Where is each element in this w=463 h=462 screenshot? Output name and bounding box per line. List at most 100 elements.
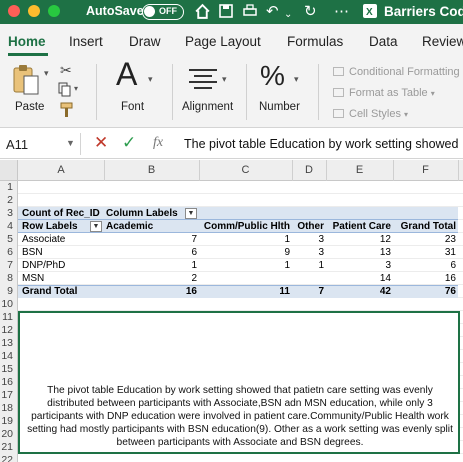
autosave-toggle[interactable]: OFF <box>142 4 184 20</box>
row-header-15[interactable]: 15 <box>0 363 18 376</box>
tab-page-layout[interactable]: Page Layout <box>185 34 261 49</box>
column-header-b[interactable]: B <box>104 164 199 176</box>
row-header-19[interactable]: 19 <box>0 415 18 428</box>
pivot-row-label[interactable]: BSN <box>22 246 43 259</box>
row-header-6[interactable]: 6 <box>0 246 18 259</box>
number-dropdown-icon[interactable]: ▾ <box>294 74 299 85</box>
row-header-4[interactable]: 4 <box>0 220 18 233</box>
alignment-icon[interactable] <box>189 68 217 95</box>
pivot-row-value[interactable]: 3 <box>326 259 391 272</box>
pivot-grand-total-value[interactable]: 42 <box>326 285 391 298</box>
close-window-button[interactable] <box>8 5 20 17</box>
insert-function-icon[interactable]: fx <box>153 135 163 151</box>
pivot-header-other[interactable]: Other <box>292 220 324 233</box>
row-header-11[interactable]: 11 <box>0 311 18 324</box>
select-all-corner[interactable] <box>0 160 18 181</box>
cell-styles-button[interactable]: Cell Styles ▾ <box>333 108 408 120</box>
text-box[interactable]: The pivot table Education by work settin… <box>18 311 460 454</box>
home-icon[interactable] <box>194 3 211 25</box>
row-header-3[interactable]: 3 <box>0 207 18 220</box>
pivot-header-comm[interactable]: Comm/Public Hlth <box>199 220 290 233</box>
column-header-d[interactable]: D <box>292 164 326 176</box>
pivot-row-value[interactable]: 31 <box>393 246 456 259</box>
column-header-a[interactable]: A <box>18 164 104 176</box>
pivot-header-patient-care[interactable]: Patient Care <box>326 220 391 233</box>
row-header-7[interactable]: 7 <box>0 259 18 272</box>
pivot-grand-total-label[interactable]: Grand Total <box>22 285 77 298</box>
copy-icon[interactable] <box>58 82 72 103</box>
pivot-grand-total-value[interactable]: 16 <box>106 285 197 298</box>
pivot-row-label[interactable]: Associate <box>22 233 65 246</box>
pivot-row-value[interactable]: 1 <box>106 259 197 272</box>
pivot-row-value[interactable]: 3 <box>292 233 324 246</box>
column-header-e[interactable]: E <box>326 164 393 176</box>
pivot-row-value[interactable]: 23 <box>393 233 456 246</box>
pivot-grand-total-value[interactable]: 11 <box>199 285 290 298</box>
pivot-grand-total-value[interactable]: 7 <box>292 285 324 298</box>
row-header-13[interactable]: 13 <box>0 337 18 350</box>
row-header-14[interactable]: 14 <box>0 350 18 363</box>
pivot-header-grand-total[interactable]: Grand Total <box>393 220 456 233</box>
row-header-2[interactable]: 2 <box>0 194 18 207</box>
pivot-grand-total-value[interactable]: 76 <box>393 285 456 298</box>
format-painter-icon[interactable] <box>60 102 74 123</box>
pivot-row-value[interactable]: 6 <box>393 259 456 272</box>
conditional-formatting-button[interactable]: Conditional Formatting <box>333 66 460 78</box>
cancel-icon[interactable]: ✕ <box>94 133 108 153</box>
tab-review[interactable]: Review <box>422 34 463 49</box>
paste-dropdown-icon[interactable]: ▾ <box>44 68 49 79</box>
row-header-8[interactable]: 8 <box>0 272 18 285</box>
font-dropdown-icon[interactable]: ▾ <box>148 74 153 85</box>
zoom-window-button[interactable] <box>48 5 60 17</box>
row-header-5[interactable]: 5 <box>0 233 18 246</box>
row-header-10[interactable]: 10 <box>0 298 18 311</box>
tab-draw[interactable]: Draw <box>129 34 161 49</box>
row-header-22[interactable]: 22 <box>0 454 18 462</box>
undo-icon[interactable]: ↶ <box>266 3 279 21</box>
confirm-icon[interactable]: ✓ <box>122 133 136 153</box>
row-header-1[interactable]: 1 <box>0 181 18 194</box>
more-icon[interactable]: ⋯ <box>334 3 349 21</box>
row-header-16[interactable]: 16 <box>0 376 18 389</box>
row-header-21[interactable]: 21 <box>0 441 18 454</box>
pivot-row-value[interactable]: 7 <box>106 233 197 246</box>
pivot-column-labels[interactable]: Column Labels <box>106 207 178 220</box>
column-filter-icon[interactable]: ▼ <box>185 208 197 219</box>
save-icon[interactable] <box>218 3 234 24</box>
font-icon[interactable]: A <box>116 56 137 93</box>
row-header-18[interactable]: 18 <box>0 402 18 415</box>
row-header-9[interactable]: 9 <box>0 285 18 298</box>
print-icon[interactable] <box>242 3 258 24</box>
pivot-row-value[interactable] <box>199 272 290 285</box>
column-header-f[interactable]: F <box>393 164 458 176</box>
minimize-window-button[interactable] <box>28 5 40 17</box>
tab-insert[interactable]: Insert <box>69 34 103 49</box>
pivot-row-value[interactable]: 1 <box>292 259 324 272</box>
cut-icon[interactable]: ✂ <box>60 62 72 79</box>
row-header-12[interactable]: 12 <box>0 324 18 337</box>
row-filter-icon[interactable]: ▼ <box>90 221 102 232</box>
copy-dropdown-icon[interactable]: ▾ <box>74 84 78 93</box>
pivot-row-value[interactable]: 6 <box>106 246 197 259</box>
column-header-c[interactable]: C <box>199 164 292 176</box>
pivot-row-value[interactable]: 16 <box>393 272 456 285</box>
pivot-row-value[interactable]: 14 <box>326 272 391 285</box>
pivot-header-academic[interactable]: Academic <box>106 220 153 233</box>
pivot-row-label[interactable]: MSN <box>22 272 44 285</box>
pivot-row-labels[interactable]: Row Labels <box>22 220 78 233</box>
pivot-row-value[interactable]: 13 <box>326 246 391 259</box>
row-header-17[interactable]: 17 <box>0 389 18 402</box>
tab-data[interactable]: Data <box>369 34 398 49</box>
tab-home[interactable]: Home <box>8 34 46 49</box>
row-header-20[interactable]: 20 <box>0 428 18 441</box>
name-box-dropdown-icon[interactable]: ▼ <box>66 138 75 148</box>
percent-icon[interactable]: % <box>260 60 285 92</box>
undo-dropdown-icon[interactable]: ⌄ <box>284 6 292 24</box>
redo-icon[interactable]: ↻ <box>304 3 317 21</box>
tab-formulas[interactable]: Formulas <box>287 34 343 49</box>
pivot-row-value[interactable]: 2 <box>106 272 197 285</box>
alignment-dropdown-icon[interactable]: ▾ <box>222 74 227 85</box>
format-as-table-button[interactable]: Format as Table ▾ <box>333 87 435 99</box>
pivot-row-label[interactable]: DNP/PhD <box>22 259 65 272</box>
formula-input[interactable]: The pivot table Education by work settin… <box>184 137 458 151</box>
